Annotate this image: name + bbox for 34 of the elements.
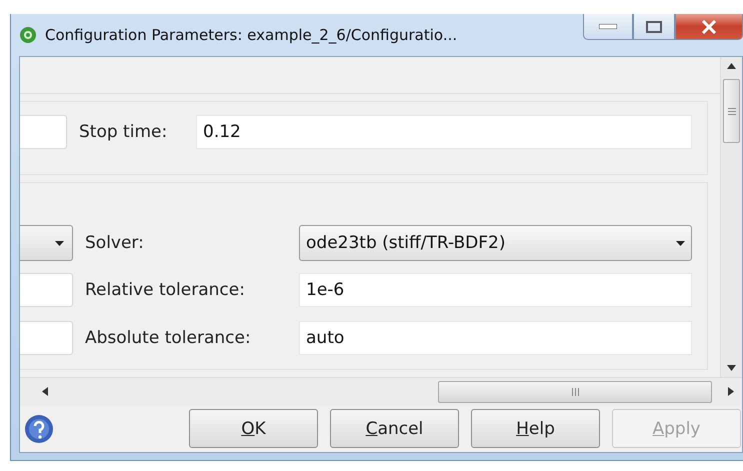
down-arrow-icon[interactable] [727,365,736,371]
caret-icon [676,240,685,246]
input-field[interactable]: 1e-6 [299,273,692,307]
dropdown[interactable] [20,225,73,261]
maximize-icon [646,20,662,32]
up-arrow-icon[interactable] [727,63,736,69]
field-label: Absolute tolerance: [84,328,252,348]
input-field[interactable] [20,115,67,149]
dialog-button[interactable]: Help [471,409,600,448]
solver-dropdown[interactable]: ode23tb (stiff/TR-BDF2) [299,225,692,261]
scroll-thumb[interactable] [723,79,740,143]
horizontal-scrollbar[interactable] [20,377,742,405]
left-arrow-icon[interactable] [42,387,48,396]
minimize-icon [599,24,617,29]
right-arrow-icon[interactable] [728,387,734,396]
window-title: Configuration Parameters: example_2_6/Configuratio... [45,26,458,44]
caret-icon [55,240,64,246]
close-button[interactable] [675,14,743,40]
help-icon[interactable] [24,414,54,444]
vertical-scrollbar[interactable] [720,57,742,377]
field-label: Relative tolerance: [84,280,246,300]
field-label: Solver: [84,233,145,253]
input-field[interactable]: 0.12 [196,115,692,149]
input-field[interactable]: auto [299,321,692,355]
dialog-button[interactable]: OK [189,409,318,448]
input-field[interactable] [20,273,73,307]
field-label: Stop time: [78,122,168,142]
app-icon [19,26,37,44]
close-icon [701,20,717,34]
input-field[interactable] [20,321,73,355]
minimize-button[interactable] [583,14,633,40]
dialog-button[interactable]: Cancel [330,409,459,448]
maximize-button[interactable] [633,14,675,40]
scroll-thumb[interactable] [438,380,712,402]
